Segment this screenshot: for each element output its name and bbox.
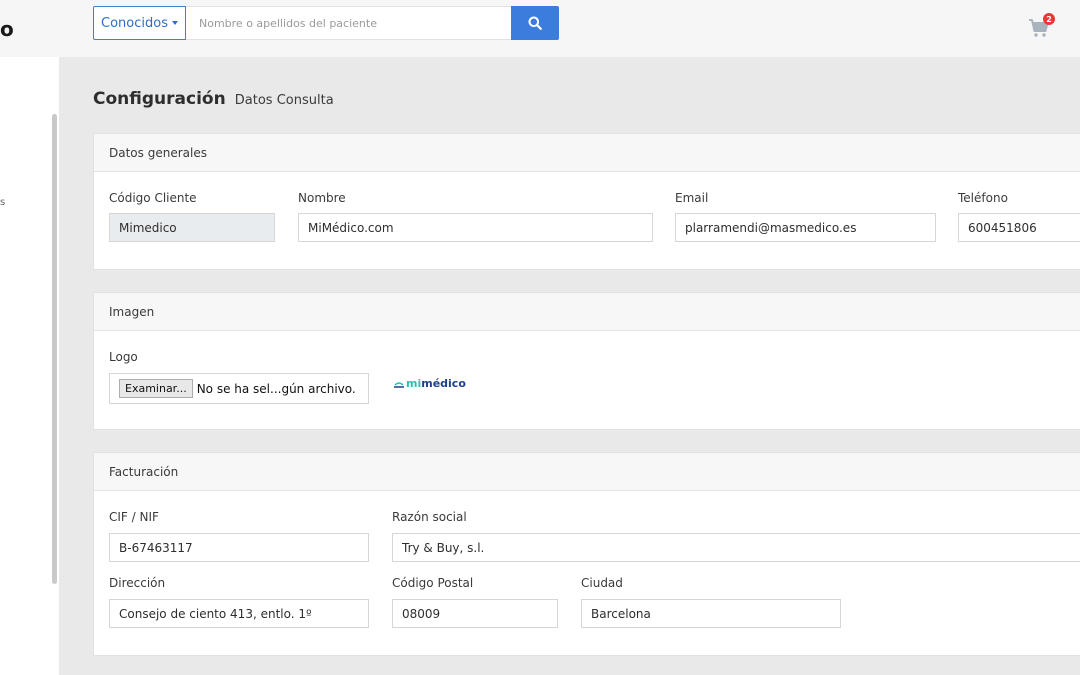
phone-field[interactable]: 600451806	[958, 213, 1080, 242]
client-code-label: Código Cliente	[109, 191, 197, 205]
phone-label: Teléfono	[958, 191, 1008, 205]
stethoscope-icon	[394, 381, 404, 388]
patient-search-input[interactable]	[186, 6, 512, 40]
conocidos-dropdown[interactable]: Conocidos	[93, 6, 186, 40]
sidebar: s	[0, 57, 59, 675]
company-name-label: Razón social	[392, 510, 467, 524]
search-button[interactable]	[511, 6, 559, 40]
file-status-text: No se ha sel...gún archivo.	[196, 381, 356, 396]
address-field[interactable]: Consejo de ciento 413, entlo. 1º	[109, 599, 369, 628]
caret-down-icon	[171, 21, 178, 25]
cart-count-badge: 2	[1043, 13, 1055, 25]
image-card: Imagen Logo Examinar... No se ha sel...g…	[93, 292, 1080, 430]
logo-file-input[interactable]: Examinar... No se ha sel...gún archivo.	[109, 373, 369, 404]
dropdown-label: Conocidos	[101, 15, 168, 31]
general-data-header: Datos generales	[94, 134, 1080, 172]
page-title-main: Configuración	[93, 89, 226, 109]
page-title-sub: Datos Consulta	[234, 93, 334, 108]
cif-label: CIF / NIF	[109, 510, 159, 524]
browse-button[interactable]: Examinar...	[119, 379, 193, 398]
brand-logo[interactable]: o	[0, 17, 14, 41]
logo-mi: mi	[406, 377, 422, 390]
image-header: Imagen	[94, 293, 1080, 331]
search-icon	[528, 16, 542, 30]
address-label: Dirección	[109, 576, 166, 590]
page-title: Configuración Datos Consulta	[93, 89, 334, 109]
logo-preview: mimédico	[394, 377, 466, 390]
logo-label: Logo	[109, 350, 138, 364]
email-label: Email	[675, 191, 709, 205]
city-label: Ciudad	[581, 576, 623, 590]
main-content: Configuración Datos Consulta Datos gener…	[59, 57, 1080, 675]
logo-wordmark: mimédico	[406, 377, 466, 390]
sidebar-item-label[interactable]: s	[0, 197, 5, 208]
cart-button[interactable]: 2	[1028, 13, 1055, 41]
city-field[interactable]: Barcelona	[581, 599, 841, 628]
postal-code-label: Código Postal	[392, 576, 474, 590]
billing-card: Facturación CIF / NIF B-67463117 Razón s…	[93, 452, 1080, 656]
logo-medico: médico	[421, 377, 466, 390]
general-data-card: Datos generales Código Cliente Mimedico …	[93, 133, 1080, 270]
name-field[interactable]: MiMédico.com	[298, 213, 653, 242]
name-label: Nombre	[298, 191, 346, 205]
company-name-field[interactable]: Try & Buy, s.l.	[392, 533, 1080, 562]
postal-code-field[interactable]: 08009	[392, 599, 558, 628]
billing-header: Facturación	[94, 453, 1080, 491]
top-bar: o Conocidos 2	[0, 0, 1080, 57]
client-code-field: Mimedico	[109, 213, 275, 242]
email-field[interactable]: plarramendi@masmedico.es	[675, 213, 936, 242]
cif-field[interactable]: B-67463117	[109, 533, 369, 562]
sidebar-scrollbar[interactable]	[52, 114, 57, 584]
